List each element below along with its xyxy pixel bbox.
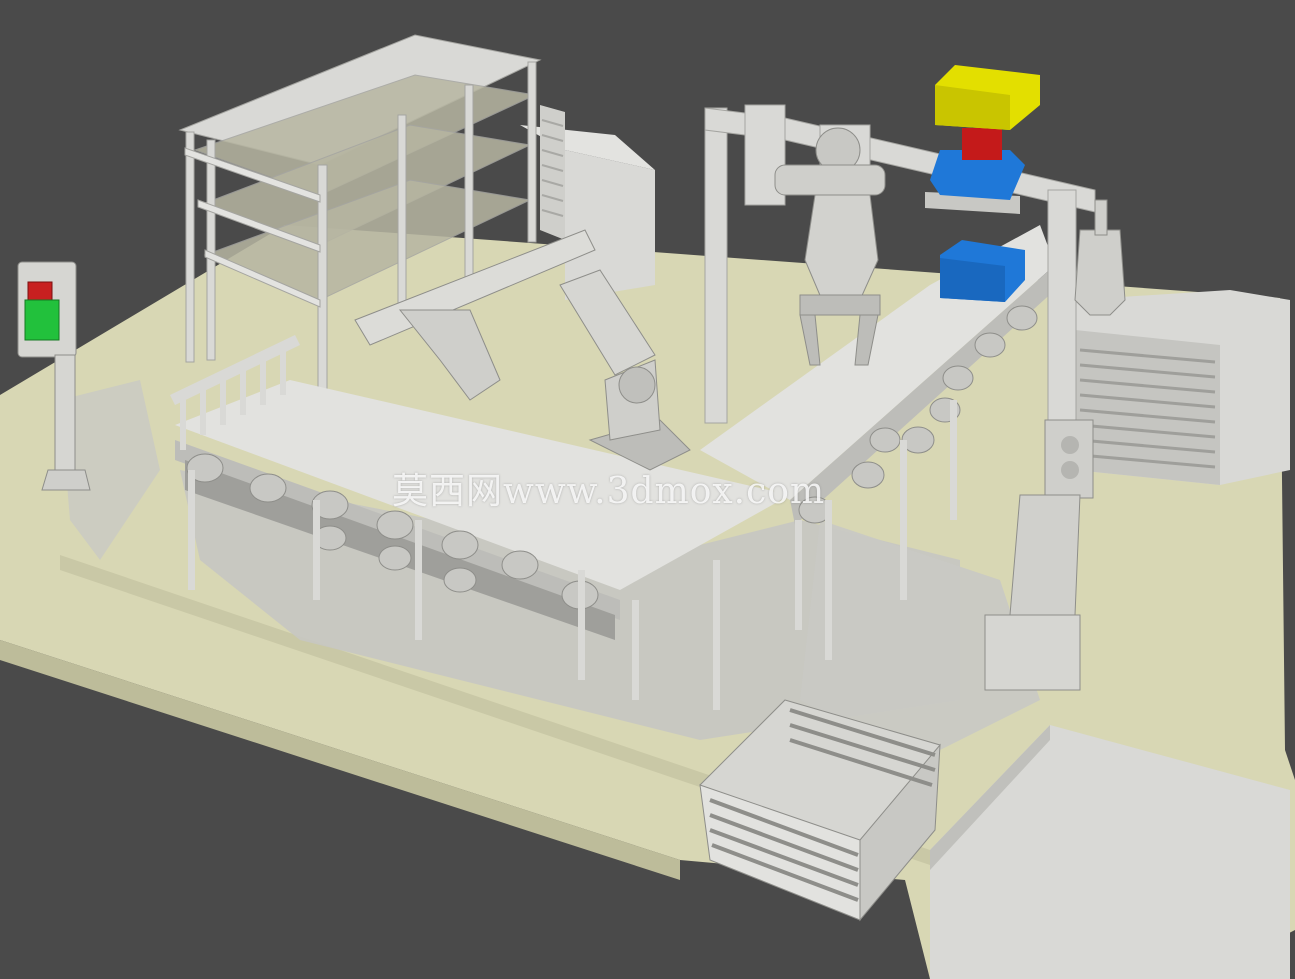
right-cabinet: [1075, 290, 1290, 485]
blue-box-on-conveyor: [940, 240, 1025, 302]
watermark-text: 莫西网www.3dmox.com: [392, 471, 826, 512]
